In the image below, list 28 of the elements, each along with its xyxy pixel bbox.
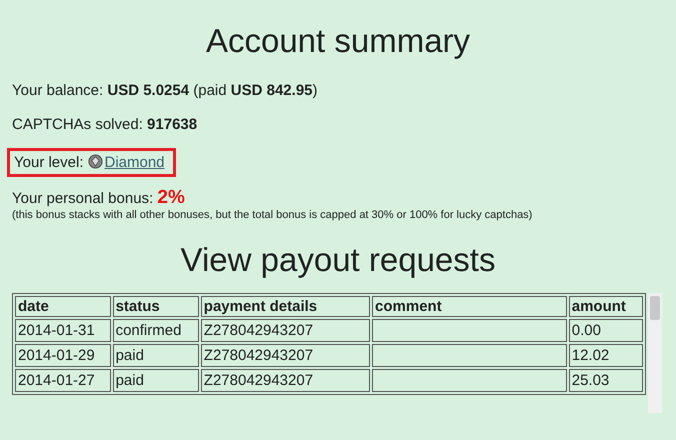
table-cell: Z278042943207	[200, 344, 370, 367]
table-cell: 25.03	[568, 369, 643, 392]
table-cell: paid	[112, 344, 199, 367]
table-cell: 2014-01-29	[15, 344, 111, 367]
page-title: Account summary	[204, 22, 472, 60]
table-cell: 2014-01-31	[15, 319, 111, 342]
table-cell: confirmed	[112, 319, 199, 342]
balance-text: Your balance: USD 5.0254 (paid USD 842.95)	[12, 82, 318, 99]
table-cell: Z278042943207	[200, 319, 370, 342]
table-cell: Z278042943207	[200, 369, 370, 392]
column-header: amount	[568, 296, 643, 317]
table-cell: 12.02	[568, 344, 643, 367]
column-header: payment details	[200, 296, 370, 317]
table-cell: 2014-01-27	[15, 369, 111, 392]
column-header: comment	[372, 296, 567, 317]
level-label: Your level:	[14, 154, 84, 171]
gem-icon	[88, 154, 102, 169]
table-cell: 0.00	[568, 319, 643, 342]
captchas-text: CAPTCHAs solved: 917638	[12, 116, 198, 133]
column-header: status	[112, 296, 199, 317]
bonus-label: Your personal bonus:	[12, 190, 154, 207]
bonus-value: 2%	[157, 187, 185, 208]
section-title: View payout requests	[180, 241, 496, 279]
table-cell: paid	[112, 369, 199, 392]
level-link[interactable]: Diamond	[88, 154, 165, 171]
column-header: date	[15, 296, 111, 317]
bonus-note: (this bonus stacks with all other bonuses, but the total bonus is capped at 30% or 100% for lucky captchas)	[12, 209, 534, 221]
scrollbar[interactable]	[648, 293, 662, 413]
